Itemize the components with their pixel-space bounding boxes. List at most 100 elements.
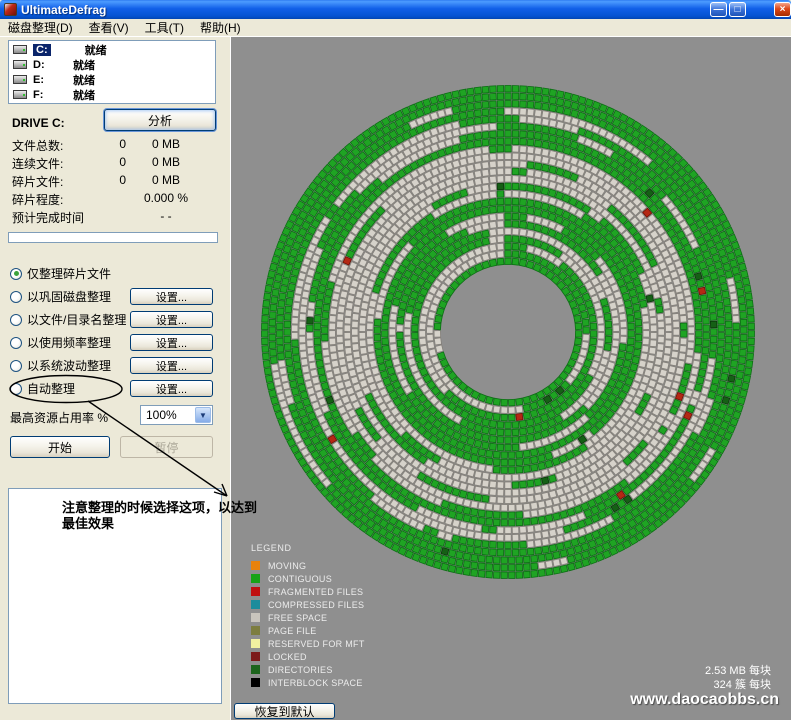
annotation-line-1: 注意整理的时候选择这项，以达到 xyxy=(62,500,257,516)
stats-panel: 文件总数:00 MB连续文件:00 MB碎片文件:00 MB碎片程度:0.000… xyxy=(12,137,216,227)
legend-label: RESERVED FOR MFT xyxy=(268,639,365,649)
settings-button[interactable]: 设置... xyxy=(130,380,213,397)
legend-item: PAGE FILE xyxy=(251,624,365,637)
resource-usage-select[interactable]: 100% ▼ xyxy=(140,405,213,425)
radio-button[interactable] xyxy=(10,291,22,303)
legend-label: LOCKED xyxy=(268,652,307,662)
stat-count: 0 xyxy=(104,155,126,173)
legend-item: LOCKED xyxy=(251,650,365,663)
defrag-options: 仅整理碎片文件以巩固磁盘整理设置...以文件/目录名整理设置...以使用频率整理… xyxy=(10,262,222,400)
resource-usage-value: 100% xyxy=(146,408,177,422)
stat-label: 连续文件: xyxy=(12,155,104,173)
legend-swatch xyxy=(251,613,260,622)
reset-default-button[interactable]: 恢复到默认 xyxy=(234,703,335,719)
legend-item: COMPRESSED FILES xyxy=(251,598,365,611)
drive-status: 就绪 xyxy=(73,72,95,88)
dropdown-arrow-icon[interactable]: ▼ xyxy=(195,407,211,423)
watermark: www.daocaobbs.cn xyxy=(630,691,779,709)
drive-letter: D: xyxy=(33,59,73,71)
stat-row: 文件总数:00 MB xyxy=(12,137,216,155)
stat-label: 碎片文件: xyxy=(12,173,104,191)
option-row: 自动整理 设置... xyxy=(10,377,222,400)
legend-swatch xyxy=(251,574,260,583)
option-label: 以文件/目录名整理 xyxy=(27,311,126,328)
drive-icon xyxy=(13,75,27,84)
option-row: 仅整理碎片文件 xyxy=(10,262,222,285)
disk-view-panel: LEGEND MOVING CONTIGUOUS FRAGMENTED FILESC… xyxy=(230,37,791,720)
analyze-button[interactable]: 分析 xyxy=(104,109,216,131)
legend: LEGEND MOVING CONTIGUOUS FRAGMENTED FILESC… xyxy=(251,543,365,689)
minimize-button[interactable]: — xyxy=(710,2,727,17)
stat-size: 0.000 % xyxy=(126,191,206,209)
legend-label: FREE SPACE xyxy=(268,613,327,623)
menu-help[interactable]: 帮助(H) xyxy=(192,18,249,37)
stat-label: 文件总数: xyxy=(12,137,104,155)
window-title: UltimateDefrag xyxy=(21,3,106,17)
settings-button[interactable]: 设置... xyxy=(130,288,213,305)
block-info: 2.53 MB 每块 324 簇 每块 xyxy=(705,664,771,692)
menu-bar: 磁盘整理(D) 查看(V) 工具(T) 帮助(H) xyxy=(0,19,791,37)
settings-button[interactable]: 设置... xyxy=(130,334,213,351)
legend-item: RESERVED FOR MFT xyxy=(251,637,365,650)
drive-status: 就绪 xyxy=(73,57,95,73)
radio-button[interactable] xyxy=(10,268,22,280)
stat-count: 0 xyxy=(104,137,126,155)
app-window: UltimateDefrag — □ × 磁盘整理(D) 查看(V) 工具(T)… xyxy=(0,0,791,720)
legend-swatch xyxy=(251,587,260,596)
stat-row: 碎片程度: 0.000 % xyxy=(12,191,216,209)
drive-row[interactable]: C:就绪 xyxy=(9,42,215,57)
legend-item: INTERBLOCK SPACE xyxy=(251,676,365,689)
stat-count xyxy=(104,209,126,227)
stat-count: 0 xyxy=(104,173,126,191)
drive-status: 就绪 xyxy=(85,42,107,58)
stat-count xyxy=(104,191,126,209)
menu-view[interactable]: 查看(V) xyxy=(81,18,137,37)
radio-button[interactable] xyxy=(10,314,22,326)
drive-list[interactable]: C:就绪D:就绪E:就绪F:就绪 xyxy=(8,40,216,104)
option-label: 自动整理 xyxy=(27,380,75,397)
drive-icon xyxy=(13,60,27,69)
drive-row[interactable]: D:就绪 xyxy=(9,57,215,72)
pause-button[interactable]: 暂停 xyxy=(120,436,213,458)
legend-swatch xyxy=(251,561,260,570)
stat-size: 0 MB xyxy=(126,173,206,191)
legend-title: LEGEND xyxy=(251,543,365,553)
menu-defrag[interactable]: 磁盘整理(D) xyxy=(0,18,81,37)
legend-swatch xyxy=(251,665,260,674)
drive-row[interactable]: E:就绪 xyxy=(9,72,215,87)
control-panel: C:就绪D:就绪E:就绪F:就绪 DRIVE C: 分析 文件总数:00 MB连… xyxy=(0,37,230,720)
block-size-text: 2.53 MB 每块 xyxy=(705,664,771,678)
legend-item: FREE SPACE xyxy=(251,611,365,624)
start-button[interactable]: 开始 xyxy=(10,436,110,458)
radio-button[interactable] xyxy=(10,337,22,349)
option-row: 以系统波动整理设置... xyxy=(10,354,222,377)
drive-status: 就绪 xyxy=(73,87,95,103)
stat-size: 0 MB xyxy=(126,137,206,155)
settings-button[interactable]: 设置... xyxy=(130,311,213,328)
annotation-text: 注意整理的时候选择这项，以达到 最佳效果 xyxy=(62,500,257,532)
radio-button[interactable] xyxy=(10,360,22,372)
option-label: 以巩固磁盘整理 xyxy=(27,288,111,305)
option-row: 以文件/目录名整理设置... xyxy=(10,308,222,331)
annotation-line-2: 最佳效果 xyxy=(62,516,257,532)
legend-label: CONTIGUOUS xyxy=(268,574,332,584)
legend-swatch xyxy=(251,678,260,687)
close-button[interactable]: × xyxy=(774,2,791,17)
legend-label: FRAGMENTED FILES xyxy=(268,587,363,597)
stat-row: 碎片文件:00 MB xyxy=(12,173,216,191)
radio-button[interactable] xyxy=(10,383,22,395)
maximize-button[interactable]: □ xyxy=(729,2,746,17)
drive-label: DRIVE C: xyxy=(12,116,65,130)
stat-size: 0 MB xyxy=(126,155,206,173)
legend-swatch xyxy=(251,639,260,648)
legend-swatch xyxy=(251,600,260,609)
stat-size: - - xyxy=(126,209,206,227)
drive-row[interactable]: F:就绪 xyxy=(9,87,215,102)
legend-label: MOVING xyxy=(268,561,306,571)
option-label: 以使用频率整理 xyxy=(27,334,111,351)
title-bar: UltimateDefrag — □ × xyxy=(0,0,791,19)
stat-label: 碎片程度: xyxy=(12,191,104,209)
menu-tools[interactable]: 工具(T) xyxy=(137,18,192,37)
settings-button[interactable]: 设置... xyxy=(130,357,213,374)
legend-swatch xyxy=(251,652,260,661)
